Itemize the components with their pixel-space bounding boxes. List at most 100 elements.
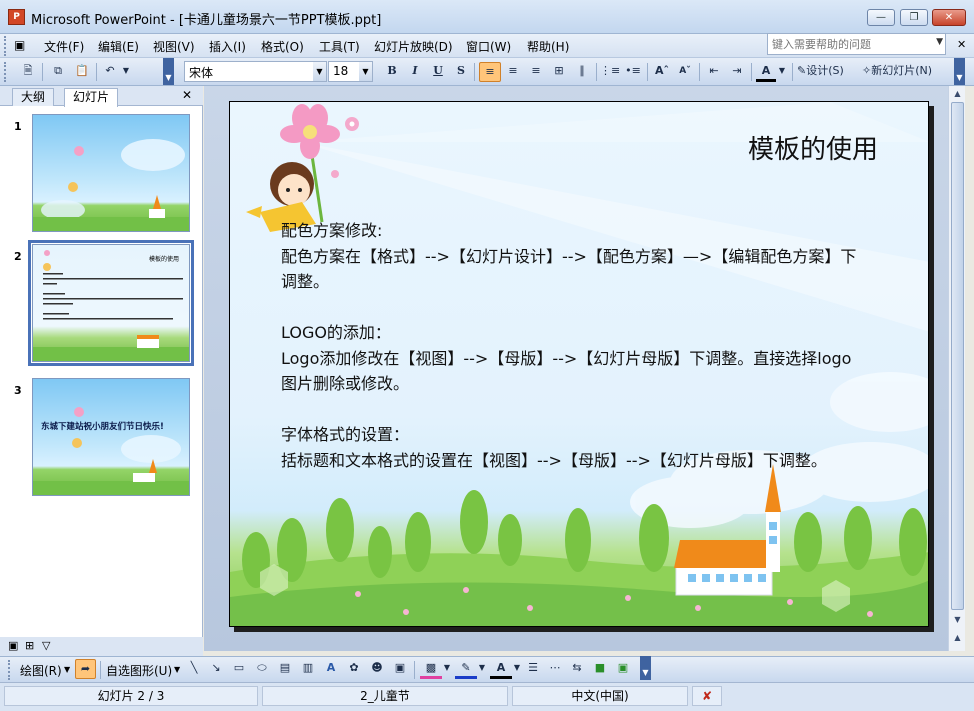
restore-button[interactable]: ❐ xyxy=(900,9,928,26)
document-icon[interactable]: ▣ xyxy=(14,38,25,52)
increase-indent-icon[interactable]: ⇥ xyxy=(727,62,747,82)
bullets-icon[interactable]: •≡ xyxy=(623,62,643,82)
font-color-icon[interactable]: A xyxy=(490,659,512,679)
fill-color-icon[interactable]: ▩ xyxy=(420,659,442,679)
previous-slide-icon[interactable]: ▲ xyxy=(951,630,964,645)
toolbar-separator xyxy=(596,63,597,81)
close-document-icon[interactable]: ✕ xyxy=(957,38,966,51)
minimize-button[interactable]: — xyxy=(867,9,895,26)
design-icon: ✎ xyxy=(797,64,807,77)
menu-tools[interactable]: 工具(T) xyxy=(319,38,360,55)
dropdown-arrow-icon[interactable]: ▼ xyxy=(936,37,943,47)
chevron-down-icon[interactable]: ▼ xyxy=(313,62,326,81)
font-color-dropdown-icon[interactable]: ▼ xyxy=(777,62,787,82)
toolbar-options-icon[interactable]: ▼ xyxy=(954,58,965,85)
new-slide-button[interactable]: ✧新幻灯片(N) xyxy=(862,62,950,82)
undo-dropdown-icon[interactable]: ▼ xyxy=(120,62,132,82)
chevron-down-icon[interactable]: ▼ xyxy=(359,62,372,81)
normal-view-icon[interactable]: ▣ xyxy=(8,639,18,652)
slide-sorter-icon[interactable]: ⊞ xyxy=(25,639,34,652)
menu-format[interactable]: 格式(O) xyxy=(261,38,304,55)
new-document-icon[interactable]: 🗎 xyxy=(18,62,38,82)
draw-menu-button[interactable]: 绘图(R) xyxy=(20,662,62,679)
slide-thumbnail-2[interactable]: 模板的使用 xyxy=(28,240,194,366)
decrease-font-icon[interactable]: Aˇ xyxy=(675,62,695,82)
toolbar-grip[interactable] xyxy=(4,62,8,82)
vertical-textbox-icon[interactable]: ▥ xyxy=(299,659,317,679)
copy-icon[interactable]: ⧉ xyxy=(48,62,68,82)
body-line: 图片删除或修改。 xyxy=(281,374,410,393)
slide-body-text[interactable]: 配色方案修改: 配色方案在【格式】-->【幻灯片设计】-->【配色方案】—>【编… xyxy=(281,218,901,473)
scroll-down-icon[interactable]: ▼ xyxy=(951,612,964,627)
close-window-button[interactable]: ✕ xyxy=(932,9,966,26)
menu-slideshow[interactable]: 幻灯片放映(D) xyxy=(374,38,453,55)
spelling-check-icon[interactable]: ✘ xyxy=(692,686,722,706)
decrease-indent-icon[interactable]: ⇤ xyxy=(704,62,724,82)
chevron-down-icon[interactable]: ▼ xyxy=(513,659,521,679)
slide-thumbnail-3[interactable]: 东城下建站祝小朋友们节日快乐! xyxy=(32,378,190,496)
font-size-select[interactable]: 18 ▼ xyxy=(328,61,373,82)
columns-icon[interactable]: ∥ xyxy=(572,62,592,82)
select-pointer-icon[interactable]: ➦ xyxy=(75,659,96,679)
line-style-icon[interactable]: ☰ xyxy=(524,659,542,679)
rectangle-tool-icon[interactable]: ▭ xyxy=(230,659,248,679)
align-right-icon[interactable]: ≡ xyxy=(526,62,546,82)
distribute-icon[interactable]: ⊞ xyxy=(549,62,569,82)
toolbar-options-icon[interactable]: ▼ xyxy=(640,656,651,680)
current-slide[interactable]: 模板的使用 配色方案修改: 配色方案在【格式】-->【幻灯片设计】-->【配色方… xyxy=(229,101,929,627)
chevron-down-icon[interactable]: ▼ xyxy=(443,659,451,679)
slide-title[interactable]: 模板的使用 xyxy=(748,129,878,166)
bold-button[interactable]: B xyxy=(382,62,402,82)
tab-outline[interactable]: 大纲 xyxy=(12,88,55,106)
scroll-thumb[interactable] xyxy=(951,102,964,610)
menu-file[interactable]: 文件(F) xyxy=(44,38,84,55)
dash-style-icon[interactable]: ⋯ xyxy=(546,659,564,679)
wordart-icon[interactable]: A xyxy=(322,659,340,679)
toolbar-grip[interactable] xyxy=(8,660,12,680)
picture-icon[interactable]: ▣ xyxy=(391,659,409,679)
chevron-down-icon[interactable]: ▼ xyxy=(64,665,70,674)
align-left-icon[interactable]: ≡ xyxy=(479,62,501,82)
close-pane-icon[interactable]: ✕ xyxy=(182,88,192,102)
numbering-icon[interactable]: ⋮≡ xyxy=(600,62,620,82)
menu-help[interactable]: 帮助(H) xyxy=(527,38,569,55)
align-center-icon[interactable]: ≡ xyxy=(503,62,523,82)
chevron-down-icon[interactable]: ▼ xyxy=(478,659,486,679)
menu-window[interactable]: 窗口(W) xyxy=(466,38,511,55)
font-color-icon[interactable]: A xyxy=(756,62,776,82)
help-search-input[interactable] xyxy=(768,34,928,54)
underline-button[interactable]: U xyxy=(428,62,448,82)
menu-view[interactable]: 视图(V) xyxy=(153,38,195,55)
italic-button[interactable]: I xyxy=(405,62,425,82)
menu-grip[interactable] xyxy=(4,36,8,56)
oval-tool-icon[interactable]: ⬭ xyxy=(253,659,271,679)
toolbar-options-icon[interactable]: ▼ xyxy=(163,58,174,85)
undo-icon[interactable]: ↶ xyxy=(100,62,120,82)
chevron-down-icon[interactable]: ▼ xyxy=(174,665,180,674)
paste-icon[interactable]: 📋 xyxy=(72,62,92,82)
font-name-select[interactable]: 宋体 ▼ xyxy=(184,61,327,82)
line-tool-icon[interactable]: ╲ xyxy=(185,659,203,679)
line-color-icon[interactable]: ✎ xyxy=(455,659,477,679)
help-search-box[interactable]: ▼ xyxy=(767,33,946,55)
scroll-up-icon[interactable]: ▲ xyxy=(951,86,964,101)
menu-insert[interactable]: 插入(I) xyxy=(209,38,246,55)
clipart-icon[interactable]: ☻ xyxy=(368,659,386,679)
diagram-icon[interactable]: ✿ xyxy=(345,659,363,679)
shadow-style-icon[interactable]: ■ xyxy=(591,659,609,679)
autoshapes-button[interactable]: 自选图形(U) xyxy=(106,662,172,679)
textbox-tool-icon[interactable]: ▤ xyxy=(276,659,294,679)
tab-slides[interactable]: 幻灯片 xyxy=(64,88,119,107)
arrow-tool-icon[interactable]: ↘ xyxy=(207,659,225,679)
slide-thumbnail-1[interactable] xyxy=(32,114,190,232)
vertical-scrollbar[interactable]: ▲ ▼ ▲ xyxy=(948,86,965,651)
arrow-style-icon[interactable]: ⇆ xyxy=(568,659,586,679)
slideshow-view-icon[interactable]: ▽ xyxy=(42,639,50,652)
shadow-button[interactable]: S xyxy=(451,62,471,82)
design-button[interactable]: ✎设计(S) xyxy=(797,62,859,82)
toolbar-separator xyxy=(42,63,43,81)
increase-font-icon[interactable]: Aˆ xyxy=(652,62,672,82)
powerpoint-app-icon[interactable]: P xyxy=(8,9,25,25)
3d-style-icon[interactable]: ▣ xyxy=(614,659,632,679)
menu-edit[interactable]: 编辑(E) xyxy=(98,38,139,55)
